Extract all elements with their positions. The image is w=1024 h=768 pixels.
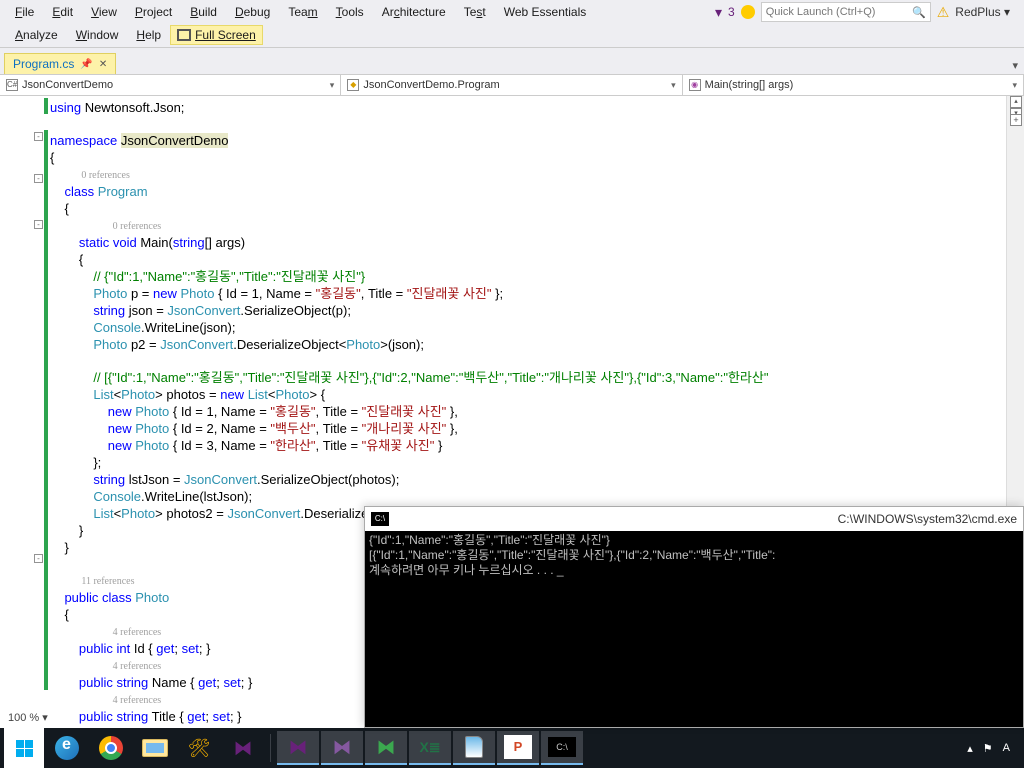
tab-bar: Program.cs 📌 ✕ ▾ <box>0 48 1024 74</box>
fold-toggle[interactable]: - <box>34 174 43 183</box>
ie-icon <box>55 736 79 760</box>
taskbar-ie[interactable] <box>46 731 88 765</box>
fullscreen-button[interactable]: Full Screen <box>170 25 263 45</box>
codelens-references[interactable]: 0 references <box>113 221 162 232</box>
change-indicator <box>44 96 50 728</box>
close-icon[interactable]: ✕ <box>99 59 107 70</box>
warning-icon[interactable]: ⚠ <box>937 4 950 21</box>
taskbar-explorer[interactable] <box>134 731 176 765</box>
pin-icon[interactable]: 📌 <box>80 59 92 70</box>
console-title-text: C:\WINDOWS\system32\cmd.exe <box>838 512 1017 526</box>
notification-count[interactable]: 3 <box>728 5 735 19</box>
tray-flag-icon[interactable]: ⚑ <box>983 742 993 755</box>
fold-toggle[interactable]: - <box>34 220 43 229</box>
console-titlebar[interactable]: C:\ C:\WINDOWS\system32\cmd.exe <box>365 507 1023 531</box>
tray-chevron-icon[interactable]: ▴ <box>967 742 973 755</box>
menubar: File Edit View Project Build Debug Team … <box>0 0 1024 48</box>
ime-indicator[interactable]: A <box>1003 742 1010 754</box>
chevron-down-icon: ▾ <box>671 80 676 91</box>
menu-edit[interactable]: Edit <box>43 2 82 22</box>
chevron-down-icon: ▾ <box>330 80 335 91</box>
menu-window[interactable]: Window <box>67 25 128 45</box>
taskbar: 🛠 ⧓ ⧓ ⧓ ⧓ X≣ P C:\ ▴ ⚑ A <box>0 728 1024 768</box>
menu-tools[interactable]: Tools <box>327 2 373 22</box>
menu-project[interactable]: Project <box>126 2 181 22</box>
tool-icon: 🛠 <box>188 738 211 759</box>
taskbar-vs-running-1[interactable]: ⧓ <box>277 731 319 765</box>
zoom-level[interactable]: 100 % ▾ <box>8 711 48 724</box>
windows-icon <box>16 740 33 757</box>
quick-launch-input[interactable]: Quick Launch (Ctrl+Q)🔍 <box>761 2 931 22</box>
menu-architecture[interactable]: Architecture <box>373 2 455 22</box>
fold-toggle[interactable]: - <box>34 132 43 141</box>
notepad-icon <box>465 736 483 758</box>
taskbar-tools[interactable]: 🛠 <box>178 731 220 765</box>
vs-icon: ⧓ <box>289 737 307 758</box>
csharp-icon: C# <box>6 79 18 91</box>
codelens-references[interactable]: 4 references <box>113 661 162 672</box>
menu-debug[interactable]: Debug <box>226 2 279 22</box>
tab-label: Program.cs <box>13 57 74 71</box>
taskbar-powerpoint[interactable]: P <box>497 731 539 765</box>
start-button[interactable] <box>4 728 44 768</box>
taskbar-chrome[interactable] <box>90 731 132 765</box>
outline-column: - - - - <box>32 96 44 728</box>
menu-analyze[interactable]: Analyze <box>6 25 67 45</box>
vs-icon: ⧓ <box>333 737 351 758</box>
codelens-references[interactable]: 4 references <box>113 695 162 706</box>
codelens-references[interactable]: 11 references <box>81 576 134 587</box>
excel-icon: X≣ <box>419 739 440 756</box>
fold-toggle[interactable]: - <box>34 554 43 563</box>
menu-build[interactable]: Build <box>181 2 226 22</box>
menu-test[interactable]: Test <box>455 2 495 22</box>
method-icon: ◉ <box>689 79 701 91</box>
system-tray[interactable]: ▴ ⚑ A <box>967 742 1020 755</box>
expand-icon[interactable]: + <box>1010 114 1022 126</box>
menu-view[interactable]: View <box>82 2 126 22</box>
class-icon: ◆ <box>347 79 359 91</box>
console-window[interactable]: C:\ C:\WINDOWS\system32\cmd.exe {"Id":1,… <box>364 506 1024 728</box>
folder-icon <box>142 739 168 757</box>
editor-gutter <box>0 96 32 728</box>
cmd-icon: C:\ <box>548 737 576 757</box>
nav-project-dropdown[interactable]: C#JsonConvertDemo▾ <box>0 75 341 95</box>
console-output: {"Id":1,"Name":"홍길동","Title":"진달래꽃 사진"} … <box>365 531 1023 727</box>
nav-class-dropdown[interactable]: ◆JsonConvertDemo.Program▾ <box>341 75 682 95</box>
chevron-down-icon: ▾ <box>1012 80 1017 91</box>
codelens-references[interactable]: 0 references <box>81 170 130 181</box>
user-label[interactable]: RedPlus ▾ <box>955 5 1010 19</box>
taskbar-excel[interactable]: X≣ <box>409 731 451 765</box>
menu-team[interactable]: Team <box>279 2 326 22</box>
powerpoint-icon: P <box>504 735 532 759</box>
vs-icon: ⧓ <box>377 737 395 758</box>
menu-help[interactable]: Help <box>127 25 170 45</box>
menu-file[interactable]: File <box>6 2 43 22</box>
flag-icon[interactable]: ▾ <box>715 4 722 21</box>
nav-method-dropdown[interactable]: ◉Main(string[] args)▾ <box>683 75 1024 95</box>
taskbar-vs[interactable]: ⧓ <box>222 731 264 765</box>
codelens-references[interactable]: 4 references <box>113 627 162 638</box>
tab-overflow[interactable]: ▾ <box>1006 57 1024 74</box>
feedback-icon[interactable] <box>741 5 755 19</box>
taskbar-vs-running-2[interactable]: ⧓ <box>321 731 363 765</box>
fullscreen-icon <box>177 29 191 41</box>
taskbar-separator <box>270 734 271 762</box>
cmd-icon: C:\ <box>371 512 389 526</box>
file-tab-program-cs[interactable]: Program.cs 📌 ✕ <box>4 53 116 74</box>
taskbar-notepad[interactable] <box>453 731 495 765</box>
navigation-bar: C#JsonConvertDemo▾ ◆JsonConvertDemo.Prog… <box>0 74 1024 96</box>
taskbar-vs-running-3[interactable]: ⧓ <box>365 731 407 765</box>
menu-webessentials[interactable]: Web Essentials <box>495 2 595 22</box>
search-icon: 🔍 <box>912 6 926 19</box>
taskbar-cmd[interactable]: C:\ <box>541 731 583 765</box>
chrome-icon <box>99 736 123 760</box>
vs-icon: ⧓ <box>234 738 252 759</box>
